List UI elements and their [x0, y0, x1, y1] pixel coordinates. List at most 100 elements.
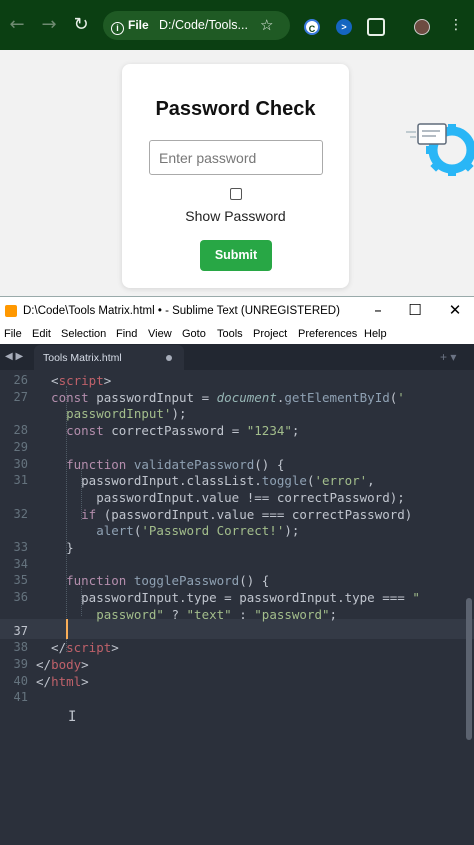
code-token: type — [344, 590, 383, 606]
maximize-icon[interactable]: ☐ — [401, 300, 429, 320]
close-icon[interactable]: ✕ — [441, 300, 469, 320]
mouse-ibeam-cursor-icon: I — [68, 709, 77, 725]
forward-arrow-icon[interactable]: → — [38, 14, 60, 36]
puzzle-extensions-icon[interactable] — [367, 18, 385, 36]
code-token: if — [36, 506, 104, 522]
show-password-label: Show Password — [185, 208, 286, 224]
menu-tools[interactable]: Tools — [217, 326, 243, 342]
code-token: ; — [291, 423, 300, 439]
menu-preferences[interactable]: Preferences — [298, 326, 357, 342]
code-line: </html> — [36, 674, 89, 689]
submit-button[interactable]: Submit — [200, 240, 272, 271]
code-token: ); — [171, 406, 187, 422]
gear-logo-icon — [406, 123, 474, 176]
code-token: "password" — [254, 606, 330, 622]
code-token: ; — [329, 606, 338, 622]
code-token: passwordInput — [111, 506, 210, 522]
menu-edit[interactable]: Edit — [32, 326, 51, 342]
indent-guide — [81, 468, 82, 520]
scrollbar-thumb[interactable] — [466, 598, 472, 740]
code-token: "text" — [186, 606, 240, 622]
code-line: <script> — [36, 373, 111, 388]
menu-project[interactable]: Project — [253, 326, 287, 342]
code-token: function — [36, 456, 134, 472]
code-token: passwordInput' — [36, 406, 172, 422]
line-number: 39 — [13, 656, 28, 671]
code-token: . — [254, 473, 262, 489]
code-token: toggle — [261, 473, 307, 489]
line-number: 27 — [13, 389, 28, 404]
code-token: ' — [397, 389, 405, 405]
code-token: document — [216, 389, 277, 405]
extension-c-icon[interactable]: C — [304, 19, 320, 35]
code-line: </body> — [36, 657, 89, 672]
tab-label: Tools Matrix.html — [43, 352, 122, 364]
text-cursor — [66, 619, 68, 639]
profile-avatar[interactable] — [414, 19, 430, 35]
code-editor[interactable]: 26 27 28 29 30 31 32 33 34 35 36 37 38 39 40 41 <script… — [0, 370, 474, 845]
code-line: passwordInput.classList.toggle('error', — [36, 473, 375, 488]
window-title: D:\Code\Tools Matrix.html • - Sublime Te… — [23, 305, 340, 317]
tab-controls-icon[interactable]: + ▾ — [440, 349, 470, 365]
title-bar: D:\Code\Tools Matrix.html • - Sublime Te… — [0, 297, 474, 324]
code-token: body — [51, 656, 82, 672]
menu-find[interactable]: Find — [116, 326, 137, 342]
unsaved-dot-icon[interactable] — [166, 355, 172, 361]
bookmark-star-icon[interactable]: ☆ — [260, 16, 278, 35]
line-number: 36 — [13, 590, 28, 605]
address-bar[interactable]: i File D:/Code/Tools... ☆ — [103, 11, 290, 40]
code-token: . — [179, 590, 187, 606]
code-line: alert('Password Correct!'); — [36, 523, 299, 538]
code-token: > — [103, 373, 112, 388]
password-input[interactable] — [149, 140, 323, 175]
code-line: } — [36, 540, 74, 555]
code-token: correctPassword — [291, 506, 405, 522]
code-token: ); — [389, 489, 405, 505]
line-number: 31 — [13, 473, 28, 488]
code-token: passwordInput — [36, 590, 179, 606]
menu-file[interactable]: File — [4, 326, 22, 342]
sublime-logo-icon — [5, 305, 17, 317]
code-token: script — [66, 640, 112, 656]
extension-arrow-icon[interactable]: > — [336, 19, 352, 35]
info-icon: i — [111, 22, 124, 35]
line-number: 33 — [13, 540, 28, 554]
indent-guide — [66, 386, 67, 652]
menu-help[interactable]: Help — [364, 326, 387, 342]
menu-selection[interactable]: Selection — [61, 326, 106, 342]
code-token: "1234" — [246, 423, 292, 439]
code-token: togglePassword — [133, 573, 240, 589]
menu-bar: File Edit Selection Find View Goto Tools… — [0, 324, 474, 344]
code-token: value — [201, 489, 247, 505]
code-token: . — [194, 489, 202, 505]
code-token: const — [36, 423, 112, 439]
tab-bar: ◀ ▶ Tools Matrix.html + ▾ — [0, 344, 474, 370]
reload-icon[interactable]: ↻ — [70, 14, 92, 36]
site-info-chip[interactable]: i File — [111, 17, 153, 35]
code-token: correctPassword — [111, 423, 232, 439]
line-number: 34 — [13, 556, 28, 571]
tab-tools-matrix[interactable]: Tools Matrix.html — [34, 345, 184, 370]
show-password-checkbox[interactable] — [230, 188, 242, 200]
code-line: const correctPassword = "1234"; — [36, 423, 299, 438]
code-line: if (passwordInput.value === correctPassw… — [36, 507, 412, 522]
minimize-icon[interactable]: – — [364, 300, 392, 320]
code-token: correctPassword — [276, 489, 390, 505]
code-token: password" — [36, 606, 172, 622]
code-line: const passwordInput = document.getElemen… — [36, 390, 405, 405]
current-line-highlight — [0, 619, 474, 639]
code-token: < — [36, 373, 59, 388]
line-number: 26 — [13, 373, 28, 387]
url-text[interactable]: D:/Code/Tools... — [159, 17, 259, 34]
tab-nav-arrows-icon[interactable]: ◀ ▶ — [5, 349, 31, 365]
back-arrow-icon[interactable]: ← — [6, 14, 28, 36]
code-token: alert — [36, 523, 134, 539]
code-token: = — [231, 423, 247, 439]
code-token: > — [81, 673, 89, 689]
code-token: > — [111, 640, 119, 656]
page-title: Password Check — [155, 98, 316, 120]
menu-goto[interactable]: Goto — [182, 326, 206, 342]
code-line: function validatePassword() { — [36, 457, 284, 472]
menu-view[interactable]: View — [148, 326, 172, 342]
more-menu-icon[interactable]: ⋮ — [449, 16, 463, 34]
